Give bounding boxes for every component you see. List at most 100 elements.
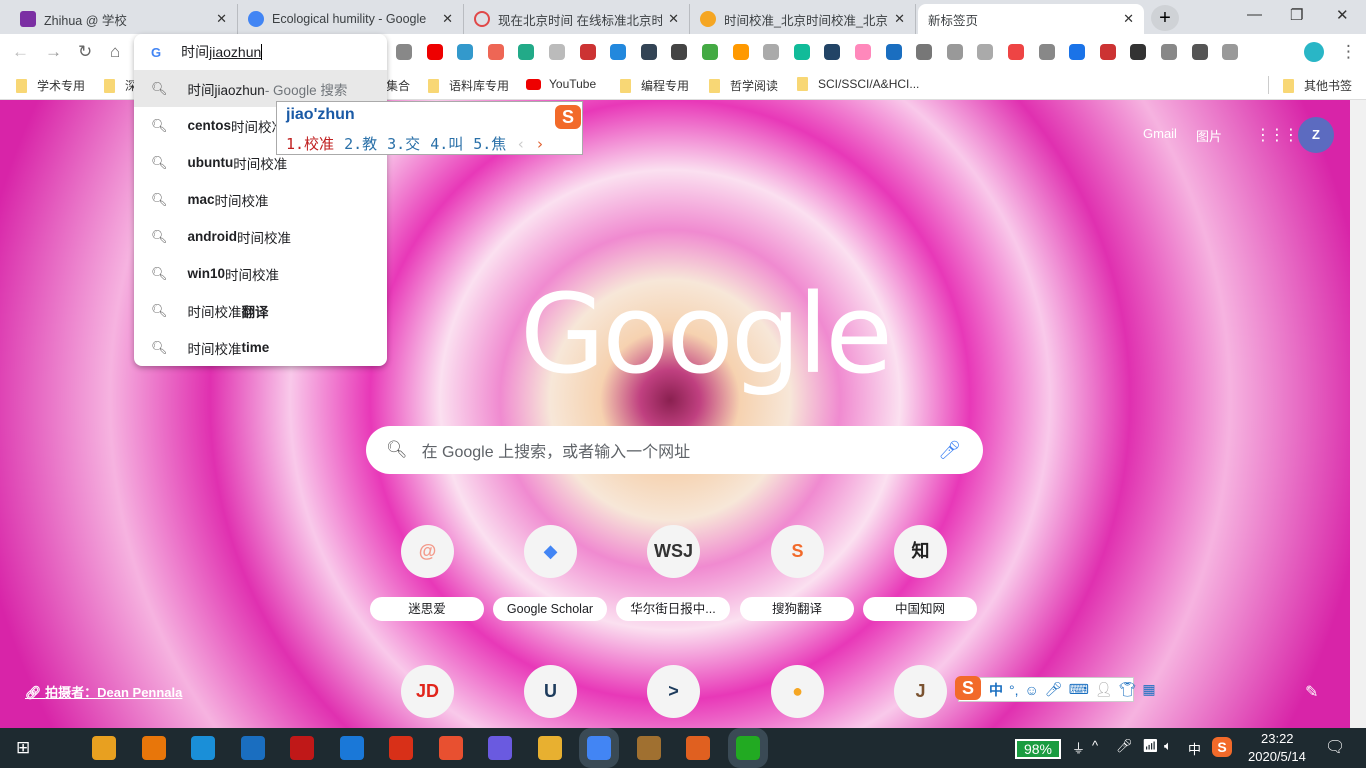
ntp-search-box[interactable]: 🔍︎ 在 Google 上搜索，或者输入一个网址 🎤︎ — [366, 426, 983, 474]
tab-zhihua[interactable]: Zhihua @ 学校 ✕ — [10, 4, 238, 34]
punctuation-icon[interactable]: °, — [1009, 682, 1019, 698]
shortcut-tile[interactable]: 知 — [894, 525, 947, 578]
close-icon[interactable]: ✕ — [216, 11, 227, 27]
shortcut-tile[interactable]: > — [647, 665, 700, 718]
taskbar-app-icon[interactable] — [438, 736, 463, 760]
omnibox-suggestion[interactable]: 🔍︎ android 时间校准 — [134, 218, 387, 255]
bookmark-folder[interactable]: 集合 — [386, 77, 410, 94]
scrollbar[interactable] — [1350, 100, 1366, 728]
close-icon[interactable]: ✕ — [1123, 11, 1134, 27]
taskbar-app-icon[interactable] — [389, 736, 413, 760]
extension-icon[interactable] — [732, 44, 749, 60]
extension-icon[interactable] — [946, 44, 963, 60]
shortcut-label[interactable]: 搜狗翻译 — [740, 597, 854, 621]
account-avatar[interactable]: Z — [1298, 117, 1334, 153]
bookmark-folder[interactable]: SCI/SSCI/A&HCI... — [797, 77, 919, 91]
tab-new-tab[interactable]: 新标签页 ✕ — [918, 4, 1144, 34]
bookmark-other-folder[interactable]: 其他书签 — [1283, 77, 1352, 94]
extension-icon[interactable] — [671, 44, 688, 60]
shortcut-label[interactable]: 华尔街日报中... — [616, 597, 730, 621]
shortcut-label[interactable]: Google Scholar — [493, 597, 607, 621]
toolbox-icon[interactable]: ▦ — [1142, 681, 1155, 698]
taskbar-app-icon[interactable] — [191, 736, 215, 760]
forward-button[interactable]: → — [45, 42, 62, 62]
home-button[interactable]: ⌂ — [110, 42, 120, 62]
omnibox-suggestion[interactable]: 🔍︎ 时间校准 time — [134, 329, 387, 366]
tab-ecological-humility[interactable]: Ecological humility - Google ✕ — [238, 4, 464, 34]
menu-button[interactable]: ⋮ — [1340, 42, 1357, 62]
skin-icon[interactable]: 👕︎ — [1119, 681, 1137, 698]
close-window-button[interactable]: ✕ — [1336, 6, 1349, 24]
volume-icon[interactable]: 🔈︎ — [1164, 738, 1172, 754]
extension-icon[interactable] — [793, 44, 810, 60]
microphone-icon[interactable]: 🎤︎ — [938, 440, 961, 461]
emoji-icon[interactable]: ☺ — [1025, 682, 1039, 698]
taskbar-app-icon[interactable] — [488, 736, 512, 760]
extension-icon[interactable] — [855, 44, 871, 60]
extension-icon[interactable] — [1008, 44, 1024, 60]
clock-date[interactable]: 2020/5/14 — [1248, 749, 1306, 764]
omnibox-suggestion[interactable]: 🔍︎ 时间校准 翻译 — [134, 292, 387, 329]
tray-chevron-icon[interactable]: ^ — [1092, 738, 1098, 753]
bookmark-folder[interactable]: 哲学阅读 — [709, 77, 778, 94]
omnibox-input[interactable]: G 时间 jiaozhun — [134, 34, 387, 70]
omnibox-suggestion[interactable]: 🔍︎ win10 时间校准 — [134, 255, 387, 292]
extension-icon[interactable] — [1191, 44, 1208, 60]
wifi-icon[interactable]: 📶︎ — [1142, 738, 1159, 754]
shortcut-tile[interactable]: ● — [771, 665, 824, 718]
extension-icon[interactable] — [1130, 44, 1147, 60]
taskbar-app-icon[interactable] — [290, 736, 314, 760]
close-icon[interactable]: ✕ — [668, 11, 679, 27]
extension-icon[interactable] — [457, 44, 474, 60]
reload-button[interactable]: ↻ — [78, 42, 92, 62]
ime-candidate[interactable]: 4.叫 — [430, 135, 463, 153]
bookmark-folder[interactable]: 编程专用 — [620, 77, 689, 94]
battery-indicator[interactable]: 98% — [1015, 739, 1061, 759]
shortcut-label[interactable]: 中国知网 — [863, 597, 977, 621]
extension-icon[interactable] — [518, 44, 535, 60]
voice-icon[interactable]: 🎤︎ — [1045, 681, 1063, 698]
extension-icon[interactable] — [487, 44, 504, 60]
shortcut-tile[interactable]: JD — [401, 665, 454, 718]
user-icon[interactable]: 👤︎ — [1095, 681, 1113, 698]
extension-icon[interactable] — [885, 44, 902, 60]
bookmark-youtube[interactable]: YouTube — [526, 77, 596, 91]
profile-avatar[interactable] — [1304, 42, 1324, 62]
shortcut-tile[interactable]: ◆ — [524, 525, 577, 578]
close-icon[interactable]: ✕ — [894, 11, 905, 27]
ime-candidate[interactable]: 3.交 — [387, 135, 420, 153]
clock-time[interactable]: 23:22 — [1261, 731, 1294, 746]
taskbar-app-icon[interactable] — [92, 736, 116, 760]
extension-icon[interactable] — [426, 44, 443, 60]
extension-icon[interactable] — [977, 44, 994, 60]
extension-icon[interactable] — [763, 44, 780, 60]
taskbar-app-icon[interactable] — [579, 728, 619, 768]
extension-icon[interactable] — [824, 44, 841, 60]
extension-icon[interactable] — [702, 44, 718, 60]
minimize-button[interactable]: — — [1247, 6, 1262, 23]
omnibox-suggestion[interactable]: 🔍︎ mac 时间校准 — [134, 181, 387, 218]
tab-beijing-time[interactable]: 现在北京时间 在线标准北京时 ✕ — [464, 4, 690, 34]
extension-icon[interactable] — [610, 44, 627, 60]
close-icon[interactable]: ✕ — [442, 11, 453, 27]
extension-icon[interactable] — [916, 44, 933, 60]
extension-icon[interactable] — [640, 44, 657, 60]
extension-icon[interactable] — [1222, 44, 1239, 60]
apps-grid-icon[interactable]: ⋮⋮⋮ — [1255, 125, 1299, 145]
shortcut-tile[interactable]: WSJ — [647, 525, 700, 578]
new-tab-button[interactable]: + — [1151, 5, 1179, 31]
bookmark-folder[interactable]: 语料库专用 — [428, 77, 509, 94]
photo-credit-link[interactable]: 🔗︎ 拍摄者：Dean Pennala — [25, 682, 182, 701]
next-page-icon[interactable]: › — [535, 135, 544, 153]
ime-candidate[interactable]: 5.焦 — [473, 135, 506, 153]
extension-icon[interactable] — [549, 44, 565, 60]
gmail-link[interactable]: Gmail — [1143, 126, 1177, 141]
customize-pencil-icon[interactable]: ✎ — [1305, 682, 1318, 702]
taskbar-app-icon[interactable] — [636, 736, 661, 760]
taskbar-app-icon[interactable] — [686, 736, 710, 760]
restore-button[interactable]: ❐ — [1290, 6, 1303, 24]
extension-icon[interactable] — [1038, 44, 1055, 60]
extension-icon[interactable] — [579, 44, 596, 60]
back-button[interactable]: ← — [12, 42, 29, 62]
bookmark-folder[interactable]: 学术专用 — [16, 77, 85, 94]
